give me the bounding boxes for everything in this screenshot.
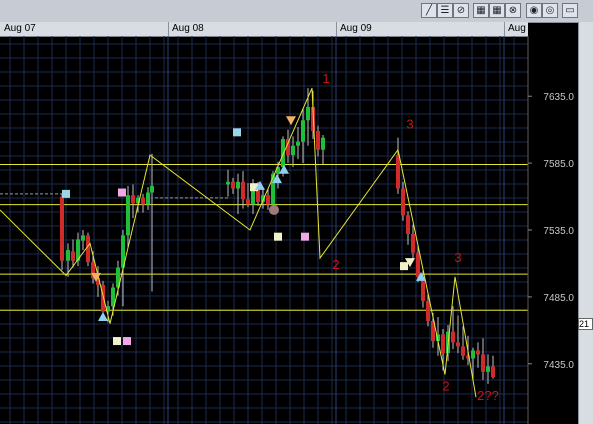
candle-body — [266, 195, 270, 205]
square-marker — [118, 188, 126, 197]
draw-line-button[interactable]: ╱ — [421, 3, 437, 18]
candle-body — [141, 197, 145, 205]
candle-body — [321, 137, 325, 150]
candle-body — [301, 120, 305, 142]
side-value-box: 21 — [578, 318, 593, 330]
wave-label: 3 — [454, 250, 461, 265]
y-tick-label: 7435.0 — [543, 360, 574, 371]
candle-body — [471, 350, 475, 359]
square-marker — [123, 337, 131, 346]
side-scroll-panel[interactable] — [578, 22, 593, 424]
candle-body — [396, 155, 400, 189]
fibonacci-icon: ⊘ — [456, 5, 466, 16]
horizontal-lines-button[interactable]: ☰ — [437, 3, 453, 18]
triangle-up-marker — [279, 164, 289, 174]
target-button[interactable]: ◎ — [542, 3, 558, 18]
candle-body — [416, 252, 420, 277]
y-tick-label: 7535.0 — [543, 226, 574, 237]
y-tick-label: 7485.0 — [543, 293, 574, 304]
candle-body — [486, 366, 490, 372]
candle-body — [146, 192, 150, 205]
window-button[interactable]: ▭ — [562, 3, 578, 18]
square-marker — [62, 189, 70, 198]
x-tick-label: Aug 07 — [4, 23, 36, 34]
candle-body — [406, 215, 410, 235]
candle-body — [66, 250, 70, 261]
draw-line-icon: ╱ — [425, 5, 433, 16]
wave-label: 1 — [322, 71, 329, 86]
candle-body — [291, 145, 295, 156]
crosshair-icon: ⊗ — [508, 5, 518, 16]
candle-body — [281, 139, 285, 168]
candle-body — [461, 346, 465, 356]
candle-body — [476, 350, 480, 355]
grid-large-icon: ▦ — [492, 5, 502, 16]
candle-body — [426, 300, 430, 321]
grid-small-button[interactable]: ▦ — [473, 3, 489, 18]
square-marker — [233, 128, 241, 137]
crosshair-button[interactable]: ⊗ — [505, 3, 521, 18]
chart-toolbar: ╱ ☰ ⊘ ▦ ▦ ⊗ ◉ ◎ ▭ — [0, 0, 593, 23]
x-tick-separator — [504, 22, 505, 36]
triangle-down-marker — [286, 116, 296, 126]
candle-body — [491, 366, 495, 378]
candle-body — [316, 130, 320, 150]
candle-body — [246, 199, 250, 205]
candle-body — [60, 196, 64, 261]
candle-body — [81, 235, 85, 241]
horizontal-levels — [0, 163, 528, 311]
x-tick-separator — [336, 22, 337, 36]
y-tick-label: 7585.0 — [543, 159, 574, 170]
horizontal-lines-icon: ☰ — [440, 5, 450, 16]
candle-body — [456, 342, 460, 347]
triangle-up-marker — [98, 311, 108, 321]
fibonacci-button[interactable]: ⊘ — [453, 3, 469, 18]
candle-body — [71, 251, 75, 261]
candle-body — [231, 181, 235, 189]
candle-body — [441, 334, 445, 354]
grid-large-button[interactable]: ▦ — [489, 3, 505, 18]
candle-body — [451, 331, 455, 343]
square-marker — [274, 232, 282, 241]
square-marker — [400, 262, 408, 271]
wave-label: 2 — [332, 257, 339, 272]
x-tick-label: Aug 09 — [340, 23, 372, 34]
square-marker — [113, 337, 121, 346]
circle-marker — [269, 204, 279, 215]
candlestick-chart[interactable]: 1 2 3 3 2 2?? 7635.0 7585.0 7535.0 7485.0 7435.0 — [0, 36, 578, 424]
grid-small-icon: ▦ — [476, 5, 486, 16]
candle-body — [226, 181, 230, 185]
x-tick-separator — [168, 22, 169, 36]
wave-label: 2 — [442, 379, 449, 394]
y-axis: 7635.0 7585.0 7535.0 7485.0 7435.0 — [527, 36, 574, 424]
candle-body — [401, 188, 405, 216]
candle-body — [131, 195, 135, 204]
candle-body — [236, 181, 240, 189]
zoom-icon: ◉ — [529, 5, 539, 16]
candle-body — [296, 141, 300, 146]
x-tick-label: Aug 08 — [172, 23, 204, 34]
candle-body — [411, 234, 415, 253]
square-marker — [301, 232, 309, 241]
candle-body — [481, 354, 485, 372]
target-icon: ◎ — [545, 5, 555, 16]
candle-body — [126, 195, 130, 236]
zoom-button[interactable]: ◉ — [526, 3, 542, 18]
chart-grid — [0, 36, 528, 424]
x-axis-header: Aug 07 Aug 08 Aug 09 Aug — [0, 22, 528, 37]
wave-label: 3 — [406, 116, 413, 131]
candle-body — [306, 106, 310, 121]
x-tick-label: Aug — [508, 23, 526, 34]
candle-body — [241, 181, 245, 200]
candle-body — [150, 185, 154, 193]
wave-label: 2?? — [477, 388, 499, 403]
window-icon: ▭ — [565, 5, 575, 16]
y-tick-label: 7635.0 — [543, 92, 574, 103]
